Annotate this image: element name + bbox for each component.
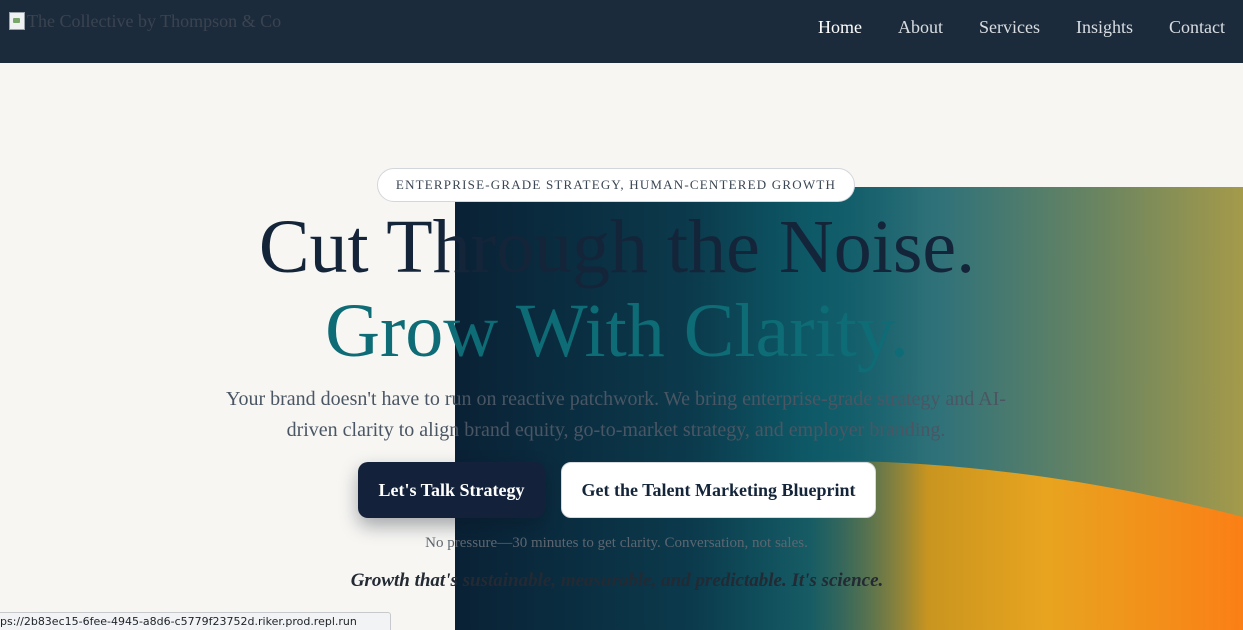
talent-blueprint-button[interactable]: Get the Talent Marketing Blueprint xyxy=(561,462,876,518)
logo[interactable]: The Collective by Thompson & Co xyxy=(9,9,281,33)
hero-tagline: Growth that's sustainable, measurable, a… xyxy=(350,570,884,591)
status-bar-url: ps://2b83ec15-6fee-4945-a8d6-c5779f23752… xyxy=(0,612,391,630)
nav-contact[interactable]: Contact xyxy=(1169,16,1225,38)
nav-about[interactable]: About xyxy=(898,16,943,38)
talk-strategy-button[interactable]: Let's Talk Strategy xyxy=(358,462,545,518)
nav-services[interactable]: Services xyxy=(979,16,1040,38)
main-nav: Home About Services Insights Contact xyxy=(782,16,1225,38)
nav-home[interactable]: Home xyxy=(818,16,862,38)
hero-headline: Cut Through the Noise. Grow With Clarity… xyxy=(0,205,1234,373)
hero-badge: ENTERPRISE-GRADE STRATEGY, HUMAN-CENTERE… xyxy=(377,168,855,202)
hero-subtext: Your brand doesn't have to run on reacti… xyxy=(226,388,1006,441)
headline-line-1: Cut Through the Noise. xyxy=(258,205,976,289)
headline-line-2: Grow With Clarity. xyxy=(325,289,909,373)
logo-alt-text: The Collective by Thompson & Co xyxy=(27,10,282,31)
broken-image-icon xyxy=(9,12,25,30)
nav-insights[interactable]: Insights xyxy=(1076,16,1133,38)
cta-note: No pressure—30 minutes to get clarity. C… xyxy=(425,535,808,551)
top-navbar: The Collective by Thompson & Co Home Abo… xyxy=(0,0,1243,63)
